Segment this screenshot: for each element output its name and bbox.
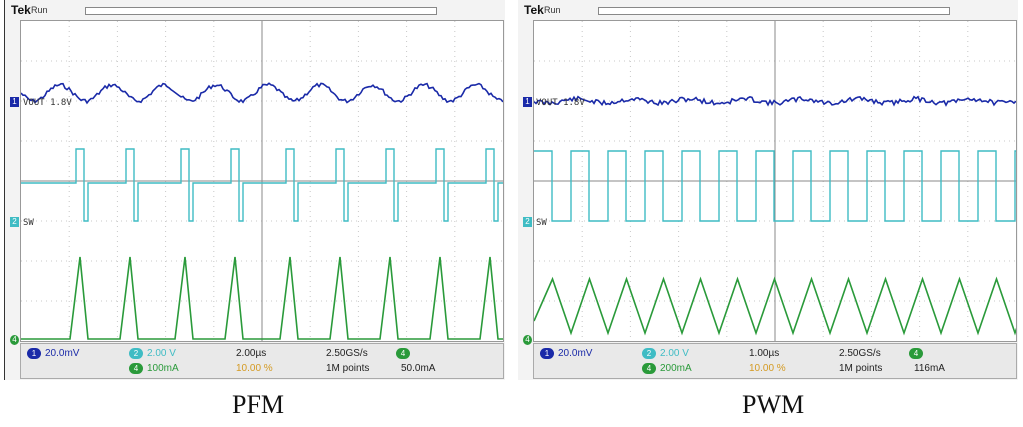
record-position-bar bbox=[598, 7, 950, 15]
ch4-badge-icon: 4 bbox=[129, 363, 143, 374]
record-length: 1M points bbox=[326, 363, 370, 374]
waveform-graticule bbox=[21, 21, 503, 341]
sample-rate: 2.50GS/s bbox=[326, 348, 368, 359]
ch4-marker-icon: 4 bbox=[523, 335, 532, 345]
record-position-bar bbox=[85, 7, 437, 15]
brand-label: Tek bbox=[524, 3, 544, 17]
ch2-badge-icon: 2 bbox=[642, 348, 656, 359]
ch4-badge-icon: 4 bbox=[642, 363, 656, 374]
ch4-scale: 100mA bbox=[147, 363, 179, 375]
ch1-scale: 20.0mV bbox=[558, 348, 593, 360]
timebase: 1.00µs bbox=[749, 348, 780, 359]
ch2-scale: 2.00 V bbox=[147, 348, 176, 360]
trigger-position: 10.00 % bbox=[749, 363, 786, 374]
ch2-badge-icon: 2 bbox=[129, 348, 143, 359]
sample-rate: 2.50GS/s bbox=[839, 348, 881, 359]
scope-screenshot-pfm: Tek Run VOUT 1.8V SW 1 2 4 1 20.0mV 2 2.00… bbox=[4, 0, 505, 380]
status-bar: 1 20.0mV 2 2.00 V 4 100mA 2.00µs 10.00 % 2.… bbox=[20, 343, 504, 379]
waveform-graticule bbox=[534, 21, 1016, 341]
timebase: 2.00µs bbox=[236, 348, 267, 359]
trigger-position: 10.00 % bbox=[236, 363, 273, 374]
scope-screenshot-pwm: Tek Run VOUT 1.8V SW 1 2 4 1 20.0mV 2 2.00… bbox=[518, 0, 1018, 380]
ch4-scale: 200mA bbox=[660, 363, 692, 375]
trigger-level: 50.0mA bbox=[401, 363, 436, 374]
ch1-badge-icon: 1 bbox=[540, 348, 554, 359]
record-length: 1M points bbox=[839, 363, 883, 374]
trigger-level: 116mA bbox=[914, 363, 945, 374]
caption-pfm: PFM bbox=[232, 390, 285, 419]
ch1-trace-label: VOUT 1.8V bbox=[23, 98, 72, 108]
waveform-display: VOUT 1.8V SW bbox=[20, 20, 504, 342]
scope-top-bar: Tek Run bbox=[5, 0, 505, 20]
ch2-trace-label: SW bbox=[23, 218, 34, 228]
ch4-marker-icon: 4 bbox=[10, 335, 19, 345]
ch1-marker-icon: 1 bbox=[10, 97, 19, 107]
ch1-badge-icon: 1 bbox=[27, 348, 41, 359]
scope-top-bar: Tek Run bbox=[518, 0, 1018, 20]
ch2-scale: 2.00 V bbox=[660, 348, 689, 360]
brand-label: Tek bbox=[11, 3, 31, 17]
trigger-source-icon: 4 bbox=[396, 348, 410, 359]
ch1-trace-label: VOUT 1.8V bbox=[536, 98, 585, 108]
ch1-scale: 20.0mV bbox=[45, 348, 80, 360]
run-status: Run bbox=[31, 5, 48, 15]
caption-pwm: PWM bbox=[742, 390, 805, 419]
run-status: Run bbox=[544, 5, 561, 15]
trigger-source-icon: 4 bbox=[909, 348, 923, 359]
ch1-marker-icon: 1 bbox=[523, 97, 532, 107]
ch2-marker-icon: 2 bbox=[523, 217, 532, 227]
ch2-marker-icon: 2 bbox=[10, 217, 19, 227]
ch2-trace-label: SW bbox=[536, 218, 547, 228]
waveform-display: VOUT 1.8V SW bbox=[533, 20, 1017, 342]
status-bar: 1 20.0mV 2 2.00 V 4 200mA 1.00µs 10.00 % 2.… bbox=[533, 343, 1017, 379]
